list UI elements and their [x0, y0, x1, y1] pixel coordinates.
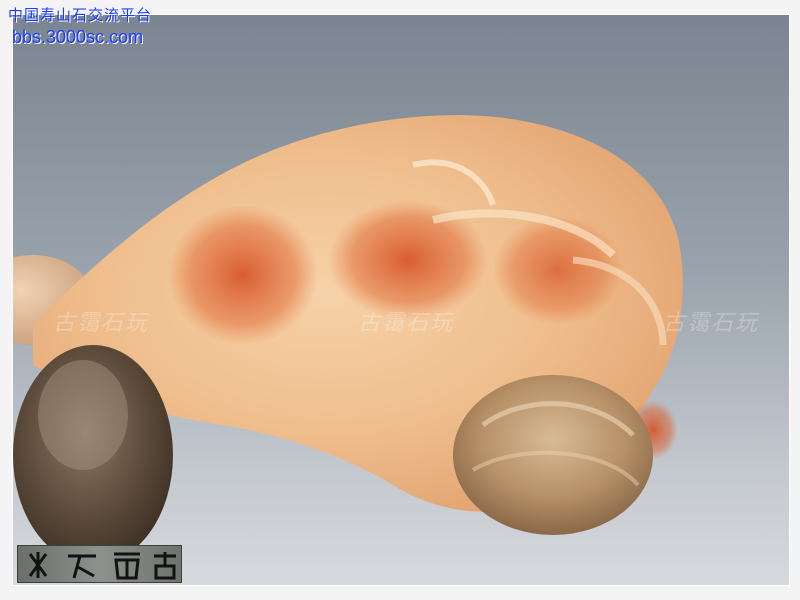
- watermark-text: 古霭石玩: [358, 311, 455, 336]
- red-speckle-area: [493, 215, 623, 325]
- carved-ball: [453, 375, 653, 535]
- watermark-text: 古霭石玩: [53, 311, 150, 336]
- stone-carving-illustration: [13, 115, 683, 565]
- seal-stamp: [17, 545, 182, 583]
- watermark-text: 古霭石玩: [663, 311, 760, 336]
- stone-carving-photo: 古霭石玩 古霭石玩 古霭石玩: [12, 14, 790, 586]
- image-frame: 古霭石玩 古霭石玩 古霭石玩 中国寿山石交流平台 bbs.3000sc.com: [0, 0, 800, 600]
- thumbnail-highlight: [38, 360, 128, 470]
- seal-calligraphy: [28, 552, 176, 580]
- forum-name: 中国寿山石交流平台: [8, 6, 153, 24]
- red-speckle-area: [168, 205, 318, 345]
- forum-url: bbs.3000sc.com: [12, 27, 144, 47]
